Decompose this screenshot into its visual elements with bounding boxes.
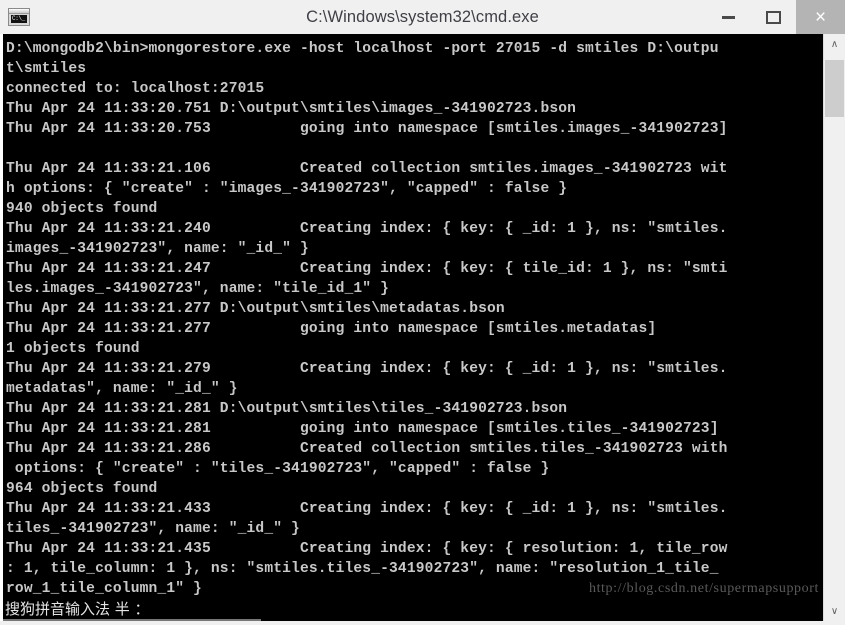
scroll-down-button[interactable]: ∨ [824, 601, 845, 621]
minimize-button[interactable] [706, 0, 751, 34]
maximize-button[interactable] [751, 0, 796, 34]
icon-title-strip [9, 9, 29, 14]
cmd-console-icon: C:\_ [8, 8, 30, 26]
ime-status-label: 搜狗拼音输入法 半 ： [5, 599, 150, 618]
title-bar[interactable]: C:\_ C:\Windows\system32\cmd.exe × [0, 0, 845, 34]
icon-screen-text: C:\_ [11, 15, 27, 23]
close-button[interactable]: × [796, 0, 845, 34]
console-scrollbar[interactable]: ∧ ∨ [823, 34, 845, 621]
maximize-icon [766, 10, 781, 24]
console-area: D:\mongodb2\bin>mongorestore.exe -host l… [0, 34, 845, 625]
console-output-panel[interactable]: D:\mongodb2\bin>mongorestore.exe -host l… [3, 34, 823, 621]
chevron-down-icon: ∨ [830, 605, 839, 617]
chevron-up-icon: ∧ [830, 38, 839, 50]
scrollbar-track[interactable] [824, 54, 845, 601]
watermark-text: http://blog.csdn.net/supermapsupport [588, 581, 819, 596]
caption-buttons: × [706, 0, 845, 34]
close-icon: × [814, 6, 827, 28]
scrollbar-thumb[interactable] [825, 60, 844, 117]
cmd-window: C:\_ C:\Windows\system32\cmd.exe × D:\mo… [0, 0, 845, 625]
minimize-icon [722, 15, 735, 19]
ime-status-bar[interactable]: 搜狗拼音输入法 半 ： [3, 597, 261, 621]
console-output-text: D:\mongodb2\bin>mongorestore.exe -host l… [6, 41, 728, 597]
scroll-up-button[interactable]: ∧ [824, 34, 845, 54]
